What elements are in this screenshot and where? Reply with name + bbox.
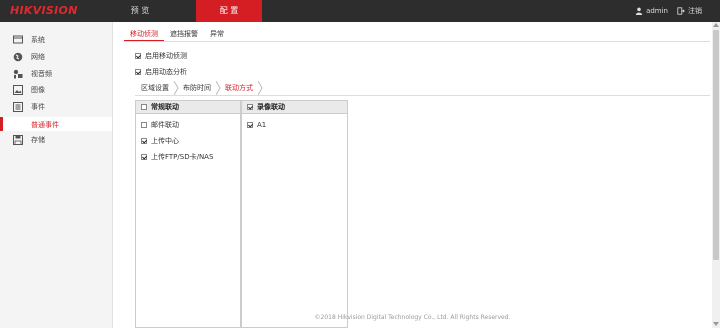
top-navigation-bar: HIKVISION 预 览 配 置 admin 注销: [0, 0, 720, 22]
linkage-row-a1[interactable]: A1: [242, 117, 347, 133]
upload-center-checkbox[interactable]: [141, 138, 147, 144]
enable-motion-detection-checkbox[interactable]: [135, 53, 141, 59]
image-icon: [13, 85, 23, 95]
chevron-separator-icon: [258, 81, 263, 95]
scroll-up-arrow-icon[interactable]: [713, 23, 719, 27]
record-linkage-title: 录像联动: [257, 103, 285, 111]
motion-subtabs: 区域设置 布防时间 联动方式: [135, 81, 263, 95]
sidebar-item-storage[interactable]: 存储: [0, 132, 112, 148]
enable-dynamic-analysis-row[interactable]: 启用动态分析: [135, 67, 187, 77]
sidebar-item-label: 存储: [31, 136, 45, 144]
scroll-down-arrow-icon[interactable]: [713, 322, 719, 326]
sidebar: 系统 网络 视音频 图像 事件 普通事件 存储: [0, 22, 113, 328]
scroll-thumb[interactable]: [713, 30, 719, 260]
sidebar-subitem-label: 普通事件: [31, 121, 59, 129]
enable-motion-detection-row[interactable]: 启用移动侦测: [135, 51, 187, 61]
subtab-label: 联动方式: [225, 84, 253, 92]
normal-linkage-title: 常规联动: [151, 103, 179, 111]
camera-mic-icon: [13, 69, 23, 79]
tabs-divider: [124, 41, 710, 42]
sidebar-item-label: 事件: [31, 103, 45, 111]
subtab-arming-schedule[interactable]: 布防时间: [177, 81, 221, 95]
email-linkage-label: 邮件联动: [151, 121, 179, 129]
sidebar-item-label: 图像: [31, 86, 45, 94]
subtab-label: 布防时间: [183, 84, 211, 92]
nav-preview[interactable]: 预 览: [112, 0, 168, 22]
globe-icon: [13, 52, 23, 62]
logout-link[interactable]: 注销: [688, 0, 702, 22]
linkage-row-email[interactable]: 邮件联动: [136, 117, 240, 133]
upload-center-label: 上传中心: [151, 137, 179, 145]
tab-tamper-alarm[interactable]: 遮挡报警: [164, 28, 204, 42]
record-linkage-panel: 录像联动 A1: [241, 100, 348, 328]
email-linkage-checkbox[interactable]: [141, 122, 147, 128]
normal-linkage-header: 常规联动: [136, 101, 240, 114]
sidebar-subitem-normal-event[interactable]: 普通事件: [0, 117, 112, 131]
sidebar-item-network[interactable]: 网络: [0, 49, 112, 65]
sidebar-item-label: 网络: [31, 53, 45, 61]
linkage-row-upload-center[interactable]: 上传中心: [136, 133, 240, 149]
sidebar-item-video-audio[interactable]: 视音频: [0, 66, 112, 82]
upload-ftp-label: 上传FTP/SD卡/NAS: [151, 153, 214, 161]
upload-ftp-checkbox[interactable]: [141, 154, 147, 160]
tab-motion-detection[interactable]: 移动侦测: [124, 28, 164, 42]
monitor-icon: [13, 35, 23, 44]
enable-dynamic-analysis-checkbox[interactable]: [135, 69, 141, 75]
subtab-label: 区域设置: [141, 84, 169, 92]
record-linkage-header: 录像联动: [242, 101, 347, 114]
sidebar-item-event[interactable]: 事件: [0, 99, 112, 115]
subtab-linkage-method[interactable]: 联动方式: [219, 81, 263, 95]
copyright-footer: ©2018 Hikvision Digital Technology Co., …: [314, 314, 511, 321]
subtab-area-settings[interactable]: 区域设置: [135, 81, 179, 95]
normal-linkage-panel: 常规联动 邮件联动 上传中心 上传FTP/SD卡/NAS: [135, 100, 241, 328]
channel-a1-checkbox[interactable]: [247, 122, 253, 128]
subtabs-divider: [135, 95, 710, 96]
vertical-scrollbar[interactable]: [712, 22, 720, 328]
nav-configuration[interactable]: 配 置: [196, 0, 262, 22]
enable-motion-detection-label: 启用移动侦测: [145, 52, 187, 60]
sidebar-item-label: 视音频: [31, 70, 52, 78]
tab-exception[interactable]: 异常: [204, 28, 230, 42]
sidebar-item-image[interactable]: 图像: [0, 82, 112, 98]
event-list-icon: [13, 102, 23, 112]
enable-dynamic-analysis-label: 启用动态分析: [145, 68, 187, 76]
normal-linkage-select-all-checkbox[interactable]: [141, 104, 147, 110]
save-disk-icon: [13, 135, 23, 145]
user-area: admin 注销: [635, 0, 702, 22]
active-indicator: [0, 117, 3, 131]
hikvision-logo: HIKVISION: [10, 4, 78, 17]
sidebar-item-label: 系统: [31, 36, 45, 44]
username: admin: [646, 7, 668, 15]
sidebar-item-system[interactable]: 系统: [0, 32, 112, 48]
channel-a1-label: A1: [257, 121, 267, 129]
linkage-row-upload-ftp[interactable]: 上传FTP/SD卡/NAS: [136, 149, 240, 165]
event-tabs: 移动侦测 遮挡报警 异常: [124, 28, 230, 42]
logout-icon[interactable]: [677, 7, 685, 15]
user-icon: [635, 7, 643, 15]
record-linkage-select-all-checkbox[interactable]: [247, 104, 253, 110]
